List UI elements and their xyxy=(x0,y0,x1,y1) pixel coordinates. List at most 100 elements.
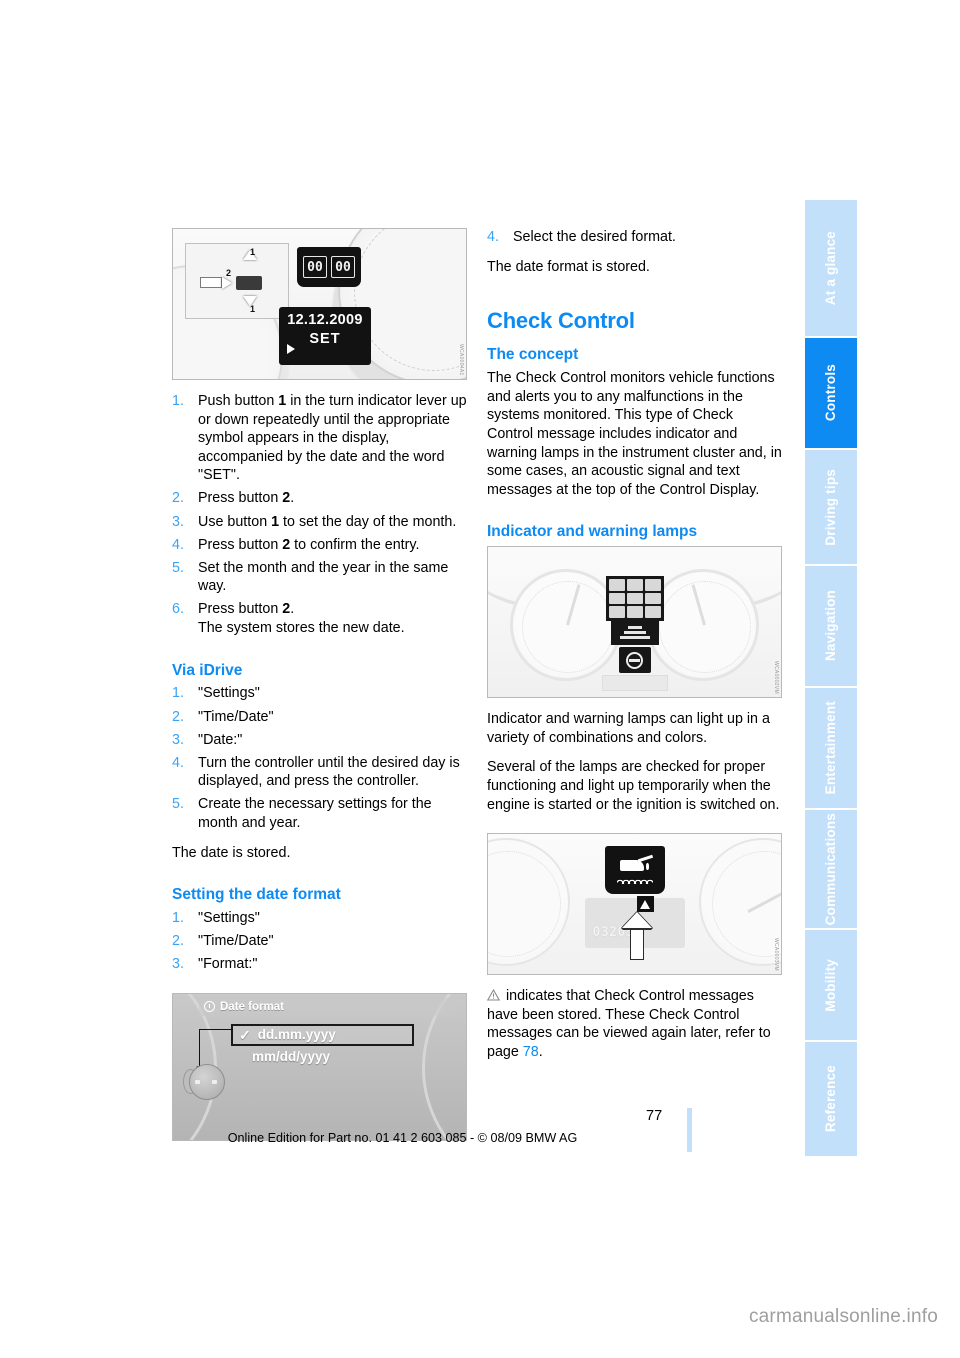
menu-option-selected[interactable]: ✓ dd.mm.yyyy xyxy=(231,1023,414,1046)
figure-instrument-cluster: WCA0002VM xyxy=(487,546,782,699)
steps-set-date: Push button 1 in the turn indicator leve… xyxy=(172,392,467,638)
controller-detail-right xyxy=(212,1079,217,1084)
list-item: Set the month and the year in the same w… xyxy=(172,559,449,595)
callout-label-1-top: 1 xyxy=(250,247,256,257)
gauge-right-decoration xyxy=(699,838,781,967)
list-item: "Time/Date" xyxy=(172,708,274,726)
odometer-strip xyxy=(601,675,668,692)
callout-arrow xyxy=(621,912,652,961)
list-item: "Time/Date" xyxy=(172,932,274,950)
list-item: Use button 1 to set the day of the month… xyxy=(172,513,457,531)
lcd-set-label: SET xyxy=(309,331,341,347)
heading-check-control: Check Control xyxy=(487,308,635,334)
lever-grip xyxy=(200,277,222,288)
warning-lamp-icon xyxy=(626,579,643,591)
road-lanes-icon xyxy=(610,619,659,646)
warning-lamp-panel xyxy=(605,576,664,622)
menu-title-label: Date format xyxy=(220,1000,284,1013)
figure-watermark-code: WCA0004A1 xyxy=(458,344,464,376)
paragraph-date-format-stored: The date format is stored. xyxy=(487,258,650,275)
sidebar-item-label: Navigation xyxy=(823,590,839,662)
lcd-segment-left: 00 xyxy=(303,256,327,278)
control-display-screen: Date format ✓ dd.mm.yyyy mm/dd/yyyy xyxy=(173,993,466,1140)
gauge-left-decoration xyxy=(488,838,570,967)
warning-lamp-icon xyxy=(644,592,661,605)
paragraph-date-stored: The date is stored. xyxy=(172,844,291,861)
list-item: "Date:" xyxy=(172,731,243,749)
sidebar-item-reference[interactable]: Reference xyxy=(805,1042,857,1156)
warning-triangle-icon xyxy=(640,899,650,909)
footer-edition-line: Online Edition for Part no. 01 41 2 603 … xyxy=(227,1131,578,1145)
sidebar-item-label: Controls xyxy=(823,364,839,422)
sidebar-item-mobility[interactable]: Mobility xyxy=(805,930,857,1042)
sidebar-item-communications[interactable]: Communications xyxy=(805,810,857,930)
list-item: Turn the controller until the desired da… xyxy=(172,754,460,790)
controller-detail-left xyxy=(195,1079,200,1084)
lever-stalk xyxy=(236,276,262,290)
paragraph-lamps-selftest: Several of the lamps are checked for pro… xyxy=(487,759,780,813)
manual-page: At a glance Controls Driving tips Naviga… xyxy=(0,0,960,1358)
callout-arrow-head xyxy=(621,912,652,929)
list-item: Press button 2 to confirm the entry. xyxy=(172,536,420,554)
lcd-date-panel: 12.12.2009 SET xyxy=(279,307,371,365)
heading-setting-the-date-format: Setting the date format xyxy=(172,886,341,904)
menu-option-other[interactable]: mm/dd/yyyy xyxy=(252,1049,330,1064)
road-line xyxy=(619,635,650,639)
sidebar-item-label: Communications xyxy=(823,812,839,926)
page-reference-link[interactable]: 78 xyxy=(523,1044,539,1060)
warning-lamp-icon xyxy=(608,606,625,619)
heading-via-idrive: Via iDrive xyxy=(172,661,243,679)
sidebar-item-label: At a glance xyxy=(823,230,839,306)
figure-watermark-code: WCA0003VM xyxy=(773,938,779,972)
figure-oil-warning-lamp: 032050 WCA0003VM xyxy=(487,833,782,976)
menu-option-label: dd.mm.yyyy xyxy=(257,1027,336,1043)
lcd-segment-right: 00 xyxy=(331,256,355,278)
warning-lamp-icon xyxy=(644,606,661,619)
right-text-column: Select the desired format. The date form… xyxy=(487,228,782,1073)
arrow-right-icon xyxy=(222,277,232,289)
engine-oil-lamp xyxy=(604,846,665,895)
footer-accent-bar xyxy=(687,1108,692,1152)
sidebar-item-label: Driving tips xyxy=(823,468,839,546)
paragraph-the-concept: The Check Control monitors vehicle funct… xyxy=(487,370,782,498)
list-item: "Format:" xyxy=(172,955,258,973)
oil-drop xyxy=(645,863,649,871)
sidebar-item-label: Mobility xyxy=(823,958,839,1012)
gauge-needle xyxy=(566,584,581,626)
gauge-needle xyxy=(691,584,706,626)
warning-lamp-icon xyxy=(644,579,661,591)
steps-via-idrive: "Settings" "Time/Date" "Date:" Turn the … xyxy=(172,684,467,832)
sidebar-item-entertainment[interactable]: Entertainment xyxy=(805,688,857,810)
site-watermark: carmanualsonline.info xyxy=(748,1306,938,1327)
warning-lamp-icon xyxy=(626,606,643,619)
steering-wheel-lamp xyxy=(618,647,651,674)
list-item: Select the desired format. xyxy=(487,228,676,246)
list-item: "Settings" xyxy=(172,909,260,927)
list-item: Press button 2. xyxy=(172,489,295,507)
callout-label-1-bottom: 1 xyxy=(250,304,256,314)
figure-watermark-code: WCA0002VM xyxy=(773,661,779,695)
idrive-controller-illustration xyxy=(183,1062,227,1102)
left-text-column: 1 1 2 00 00 12.12.2009 SET WCA0004A1 Pus… xyxy=(172,228,467,1153)
lcd-date-value: 12.12.2009 xyxy=(287,312,363,328)
oil-can-icon xyxy=(615,854,655,885)
sidebar-item-controls[interactable]: Controls xyxy=(805,338,857,450)
section-tabs-sidebar: At a glance Controls Driving tips Naviga… xyxy=(805,200,857,1158)
heading-the-concept: The concept xyxy=(487,346,579,364)
sidebar-item-navigation[interactable]: Navigation xyxy=(805,566,857,688)
gauge-tachometer xyxy=(647,569,759,682)
oil-waves xyxy=(616,877,653,885)
sidebar-item-driving-tips[interactable]: Driving tips xyxy=(805,450,857,566)
check-control-triangle-indicator xyxy=(636,896,654,913)
road-line xyxy=(627,625,642,629)
warning-lamp-icon xyxy=(626,592,643,605)
road-line xyxy=(623,630,646,634)
list-item: Press button 2. The system stores the new… xyxy=(172,600,405,637)
figure-turn-indicator-date-display: 1 1 2 00 00 12.12.2009 SET WCA0004A1 xyxy=(172,228,467,380)
play-triangle-icon xyxy=(287,344,295,354)
sidebar-item-at-a-glance[interactable]: At a glance xyxy=(805,200,857,338)
check-icon: ✓ xyxy=(239,1026,251,1043)
figure-idrive-date-format-menu: Date format ✓ dd.mm.yyyy mm/dd/yyyy xyxy=(172,992,467,1141)
list-item: Create the necessary settings for the mo… xyxy=(172,795,432,831)
gauge-needle xyxy=(747,886,781,914)
